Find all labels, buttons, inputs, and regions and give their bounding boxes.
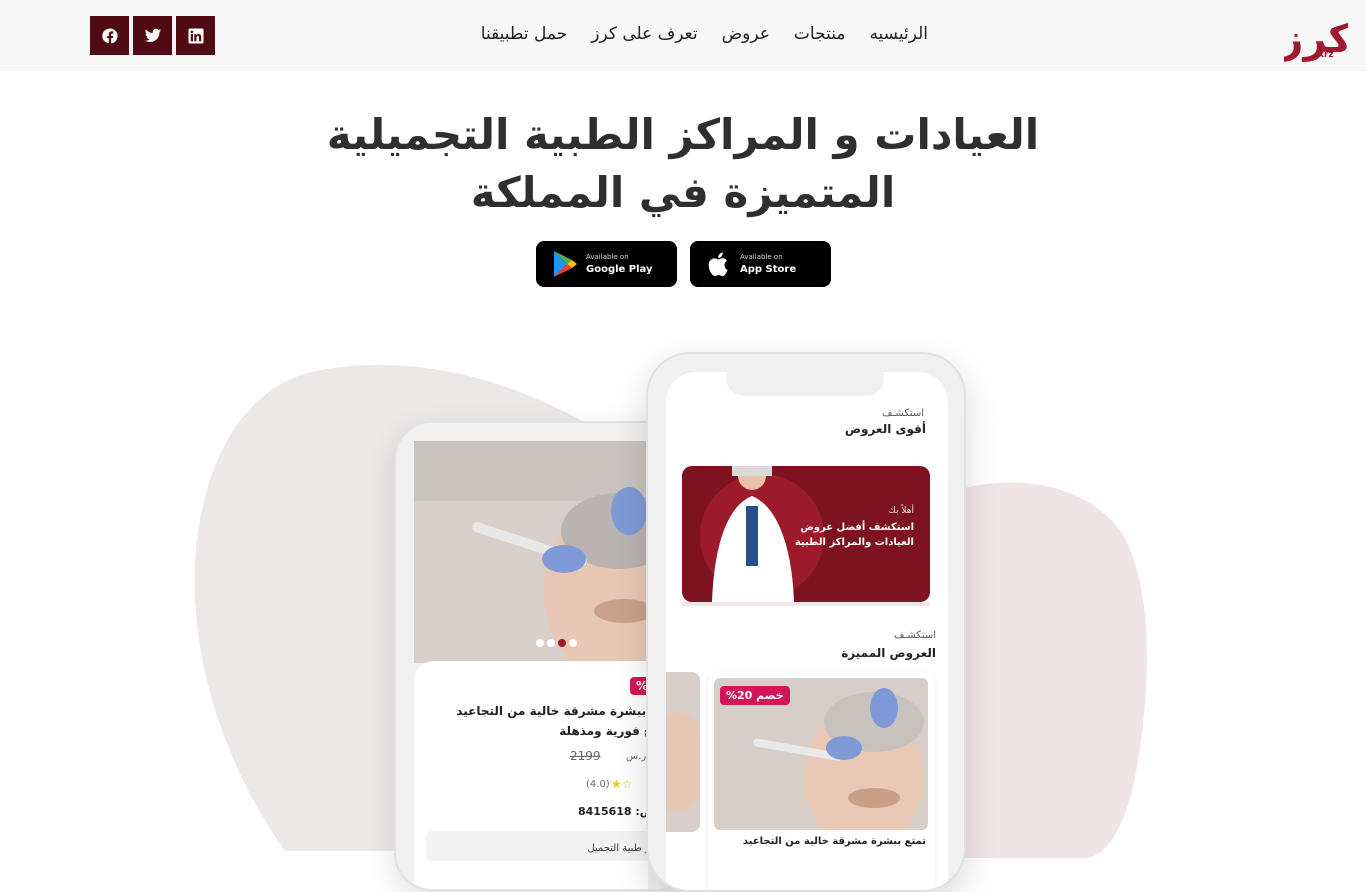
banner-welcome: أهلاً بك [888,506,914,516]
hero-title-line2: المتميزة في المملكة [470,168,896,217]
old-price: 2199 [570,749,601,763]
google-play-icon [554,251,577,277]
featured-photo-partial [666,672,700,832]
main-nav: الرئيسيه منتجات عروض تعرف على كرز حمل تط… [481,24,928,48]
app-store-button[interactable]: Available on App Store [690,241,831,287]
linkedin-icon [188,28,203,43]
google-play-button[interactable]: Available on Google Play [536,241,677,287]
rating-value: (4.0) [586,779,610,790]
banner-headline: استكشف أفضل عروض العيادات والمراكز الطبي… [794,522,914,548]
explore-label: استكشـف [882,408,924,419]
logo-subtitle: krz [1318,50,1334,60]
carousel-dot-active[interactable] [558,639,566,647]
app-store-text: Available on App Store [740,253,796,275]
currency-label: ر.س [626,751,647,762]
featured-discount-badge: خصم 20% [720,686,790,705]
star-rating-icon: ★☆ [611,777,633,791]
carousel-dot[interactable] [547,639,555,647]
apple-icon [708,252,728,277]
svg-text:كرز: كرز [1284,16,1348,62]
center-strip: مركز طبية التجميل [426,831,676,861]
hero-title: العيادات و المراكز الطبية التجميلية المت… [283,106,1083,222]
google-play-text: Available on Google Play [586,253,653,275]
featured-offer-card[interactable]: خصم 20% تمتع ببشرة مشرقة خالية من التجاع… [708,672,934,890]
phone-mockup-front: استكشـف أقوى العروض أهلاً بك استكشف أفضل… [646,352,966,892]
linkedin-button[interactable] [176,16,215,55]
krz-logo[interactable]: كرز [1278,12,1352,64]
top-header: كرز krz الرئيسيه منتجات عروض تعرف على كر… [0,0,1366,71]
facebook-icon [101,27,118,43]
nav-products[interactable]: منتجات [794,24,846,48]
carousel-dots[interactable] [536,639,577,647]
nav-offers[interactable]: عروض [722,24,770,48]
explore-label-2: استكشـف [894,630,936,641]
facial-treatment-photo [414,441,678,663]
featured-card-partial[interactable] [666,672,700,832]
store-badges: Available on Google Play Available on Ap… [536,241,831,287]
background-blob-right [935,482,1147,858]
nav-about[interactable]: تعرف على كرز [591,24,697,48]
featured-offers-heading: العروض المميزة [841,646,936,660]
best-offers-heading: أقوى العروض [844,422,926,436]
app-store-small: Available on [740,253,783,261]
twitter-icon [144,28,161,42]
app-screen: استكشـف أقوى العروض أهلاً بك استكشف أفضل… [666,372,948,890]
offer-title: تمتع ببشرة مشرقة خالية من التجاعيد بنتائ… [456,704,676,738]
app-store-label: App Store [740,264,797,275]
google-play-small: Available on [586,253,629,261]
twitter-button[interactable] [133,16,172,55]
hero-title-line1: العيادات و المراكز الطبية التجميلية [326,110,1040,159]
google-play-label: Google Play [586,264,653,275]
phone-notch [726,372,884,396]
offer-details-card: %2 تمتع ببشرة مشرقة خالية من التجاعيد بن… [414,661,684,889]
krz-logo-mark: كرز [1278,16,1352,62]
carousel-dot[interactable] [569,639,577,647]
nav-home[interactable]: الرئيسيه [869,24,928,48]
featured-offer-title: تمتع ببشرة مشرقة خالية من التجاعيد [742,836,926,847]
facebook-button[interactable] [90,16,129,55]
carousel-dot[interactable] [536,639,544,647]
nav-download-app[interactable]: حمل تطبيقنا [481,24,567,48]
social-links [90,16,215,55]
